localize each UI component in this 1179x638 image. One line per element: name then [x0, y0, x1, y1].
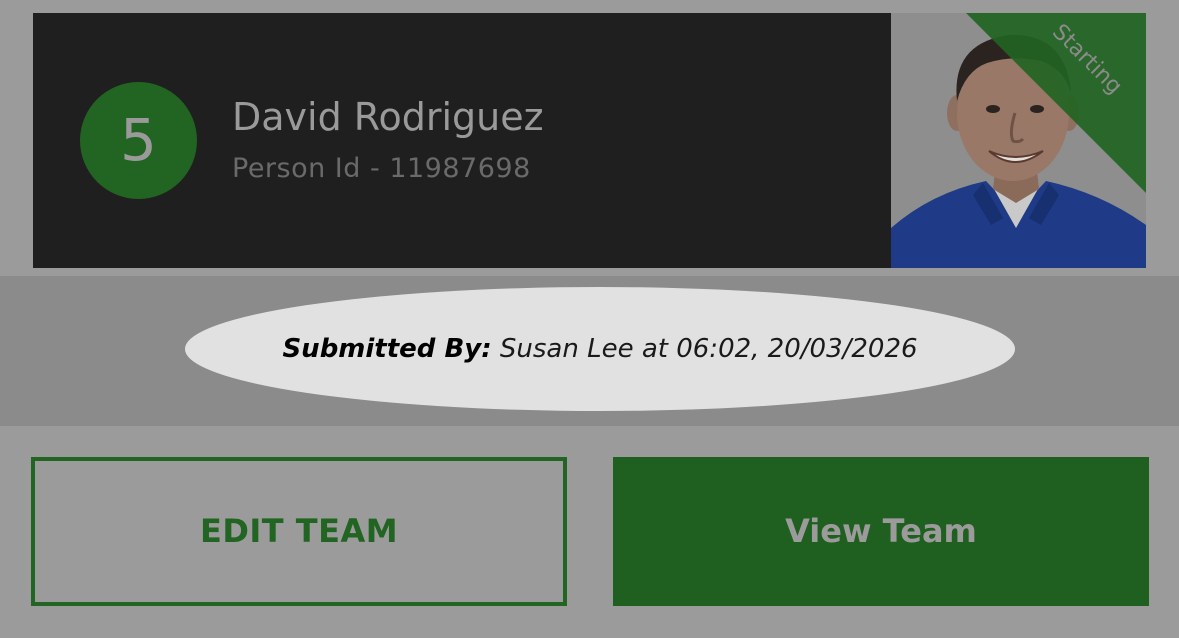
player-name: David Rodriguez — [232, 95, 544, 139]
player-photo-image — [891, 13, 1146, 268]
player-card[interactable]: 5 David Rodriguez Person Id - 11987698 S… — [33, 13, 1146, 268]
player-number-badge: 5 — [80, 82, 197, 199]
edit-team-button[interactable]: EDIT TEAM — [31, 457, 567, 606]
submitted-by-detail: Susan Lee at 06:02, 20/03/2026 — [491, 334, 918, 364]
submitted-by-label: Submitted By: — [282, 334, 492, 364]
submitted-band: Submitted By: Susan Lee at 06:02, 20/03/… — [0, 276, 1179, 426]
view-team-button[interactable]: View Team — [613, 457, 1149, 606]
player-photo: Starting — [891, 13, 1146, 268]
person-id: Person Id - 11987698 — [232, 153, 531, 184]
submitted-info: Submitted By: Susan Lee at 06:02, 20/03/… — [185, 287, 1015, 411]
